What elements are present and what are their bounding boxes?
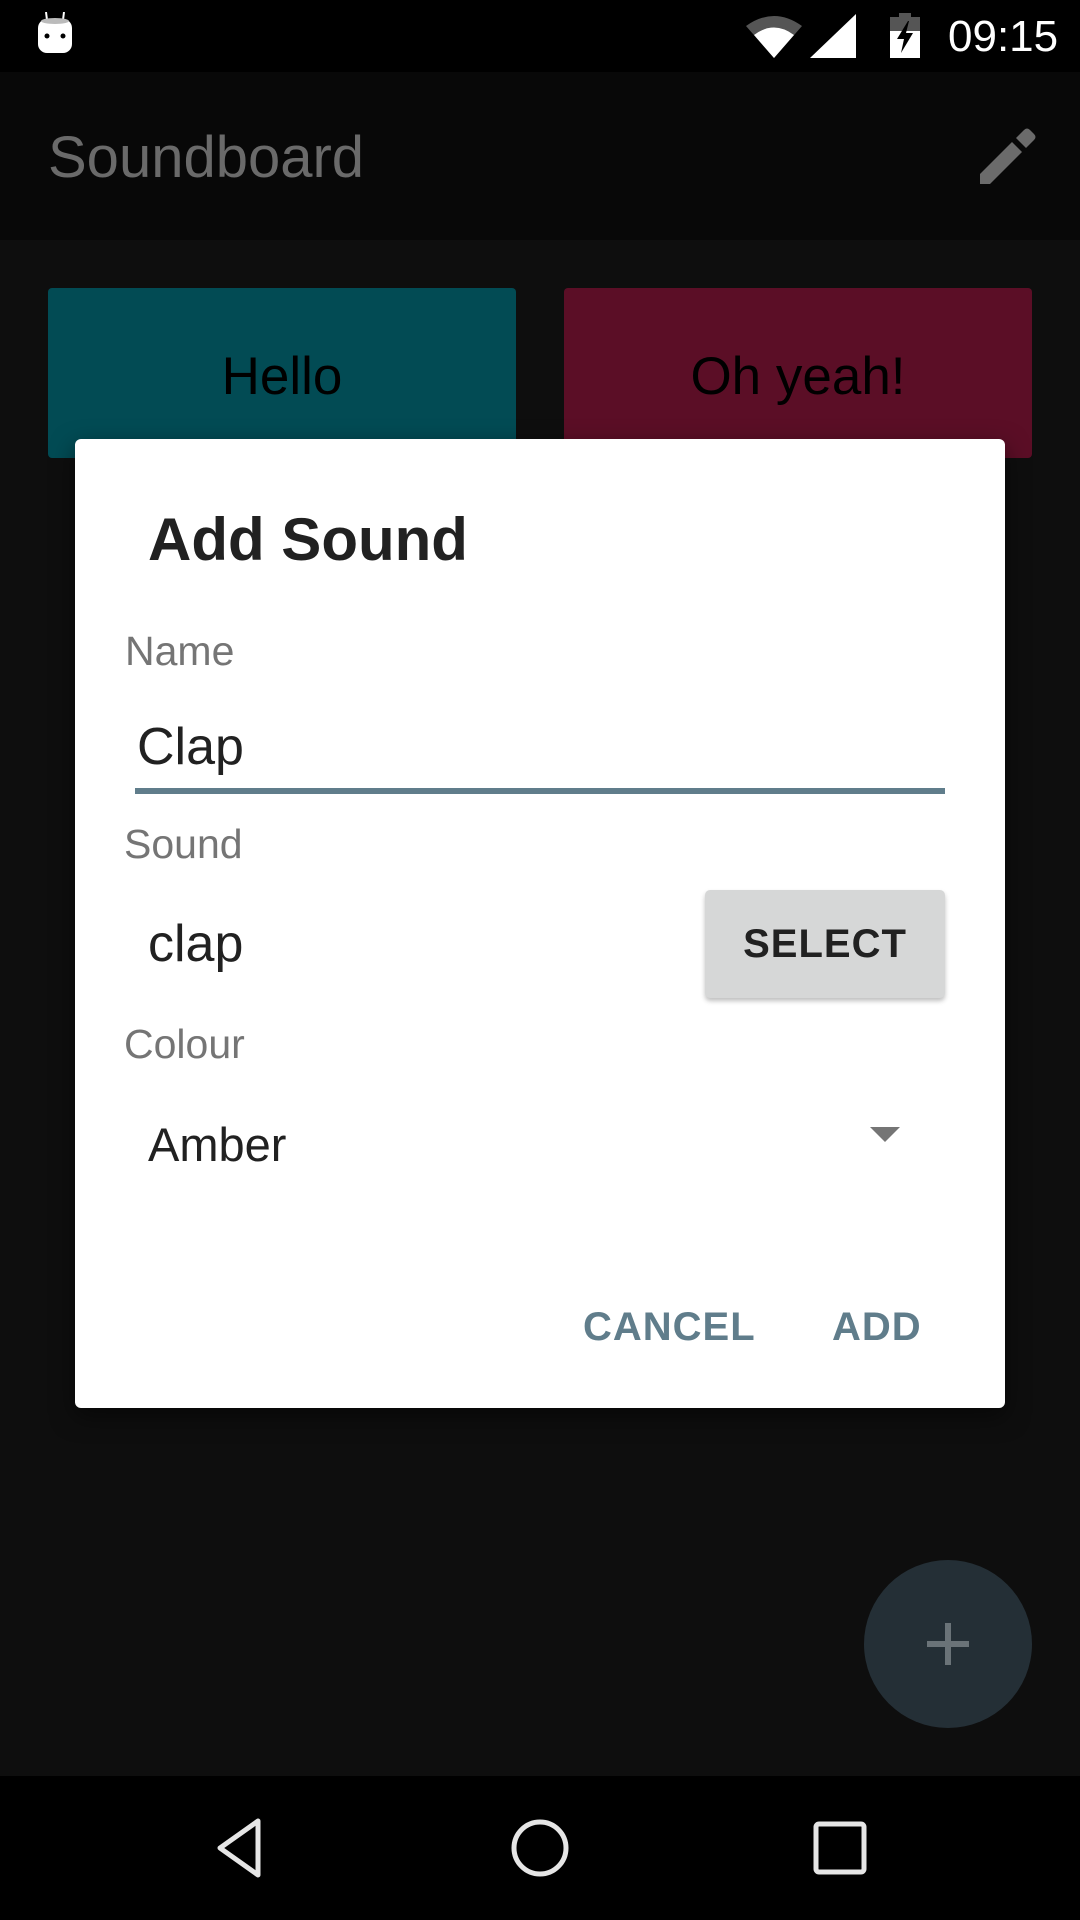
status-bar: 09:15 (0, 0, 1080, 72)
android-notification-icon (38, 12, 72, 53)
clock: 09:15 (948, 12, 1059, 61)
back-icon (217, 1818, 261, 1878)
cell-signal-icon (810, 14, 856, 58)
name-label: Name (125, 628, 235, 674)
home-icon (511, 1819, 569, 1877)
navigation-bar (0, 1776, 1080, 1920)
sound-label: Sound (124, 821, 243, 867)
add-button[interactable]: ADD (832, 1303, 922, 1351)
recents-button[interactable] (800, 1808, 880, 1888)
colour-label: Colour (124, 1021, 245, 1067)
cancel-button[interactable]: CANCEL (583, 1303, 756, 1351)
sound-value: clap (148, 915, 244, 973)
add-sound-dialog: Add Sound Name Sound clap SELECT Colour … (75, 439, 1005, 1408)
wifi-icon (746, 16, 802, 58)
battery-charging-icon (890, 13, 920, 58)
name-input[interactable] (135, 706, 945, 794)
dialog-title: Add Sound (148, 506, 468, 573)
home-button[interactable] (500, 1808, 580, 1888)
colour-selected-value: Amber (148, 1118, 287, 1171)
colour-dropdown[interactable]: Amber (120, 1099, 945, 1199)
chevron-down-icon (870, 1127, 900, 1142)
select-sound-button[interactable]: SELECT (705, 890, 945, 998)
recents-icon (813, 1821, 867, 1875)
back-button[interactable] (200, 1808, 280, 1888)
